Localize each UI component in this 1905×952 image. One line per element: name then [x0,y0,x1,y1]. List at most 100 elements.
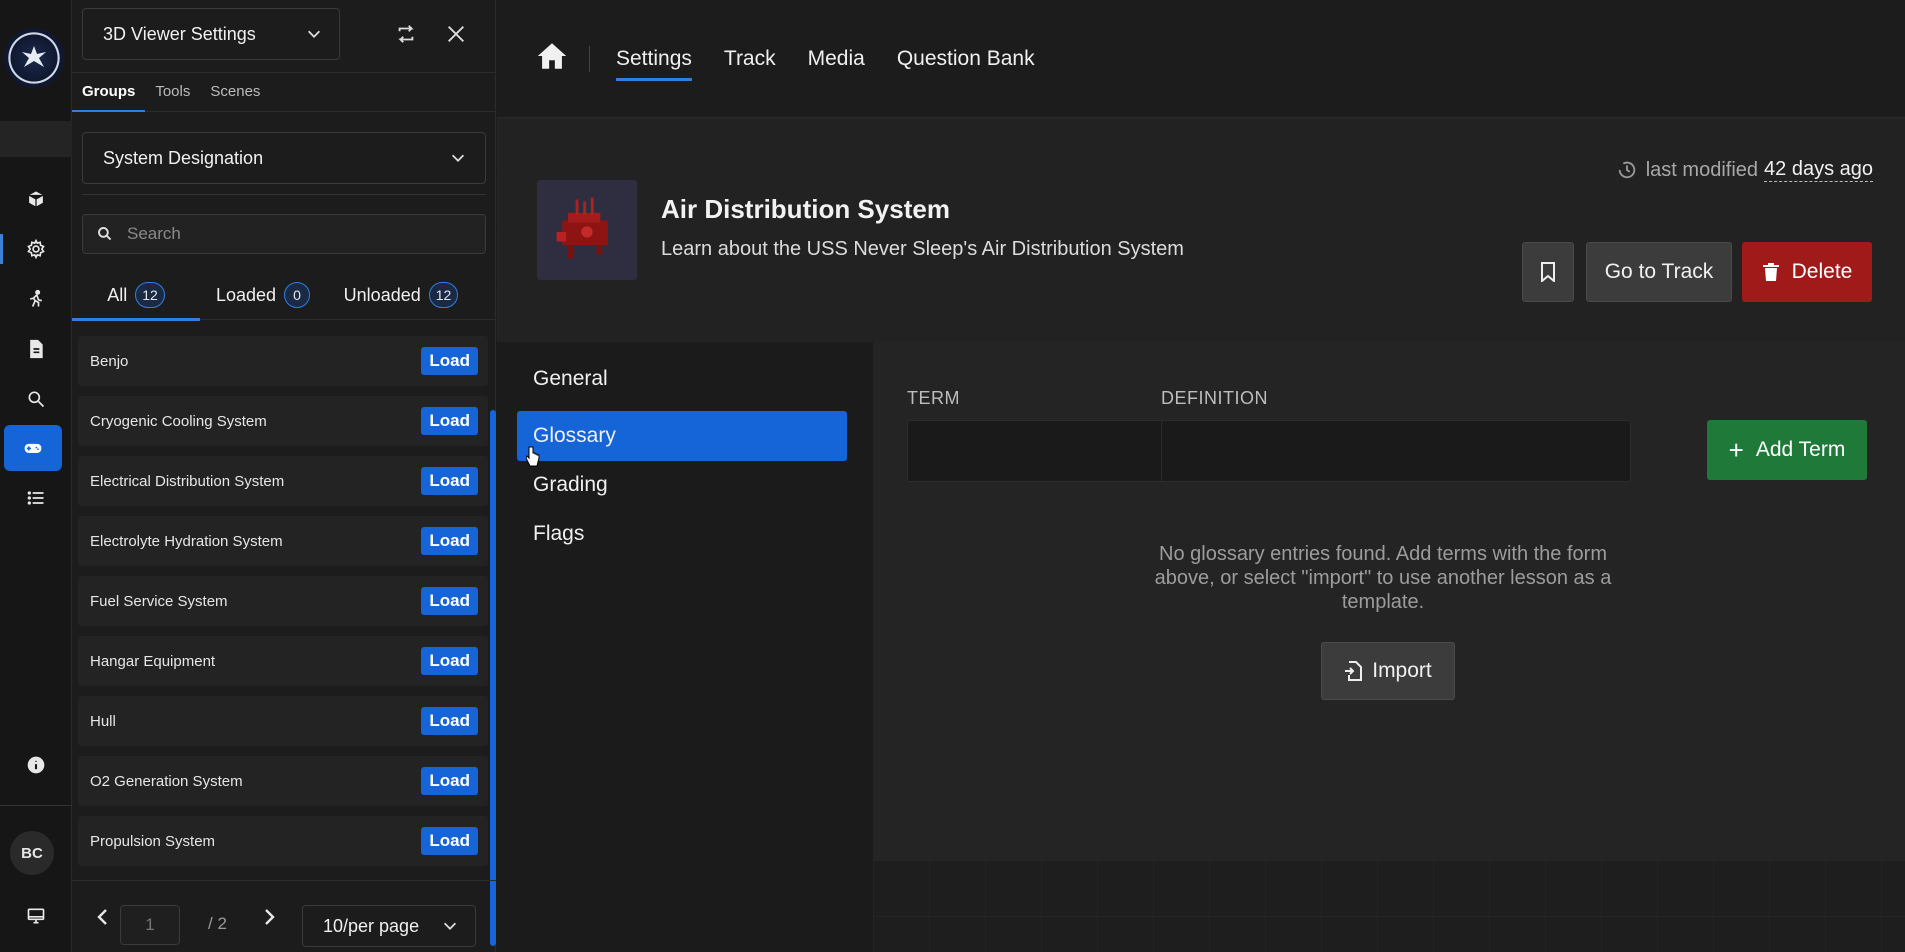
close-button[interactable] [442,20,470,48]
menu-glossary[interactable]: Glossary [517,411,847,461]
add-term-button[interactable]: + Add Term [1707,420,1867,480]
lesson-subtitle: Learn about the USS Never Sleep's Air Di… [661,238,1184,260]
refresh-button[interactable] [392,20,420,48]
delete-button[interactable]: Delete [1742,242,1872,302]
home-button[interactable] [535,39,569,78]
filter-loaded[interactable]: Loaded 0 [200,270,326,320]
page-total: / 2 [208,914,227,933]
term-label: TERM [907,388,960,408]
search-input[interactable] [127,224,467,244]
group-name: Electrolyte Hydration System [90,532,283,550]
import-button[interactable]: Import [1321,642,1455,700]
file-import-icon [1345,661,1363,681]
bookmark-button[interactable] [1522,242,1574,302]
refresh-icon [398,25,414,43]
avatar[interactable]: BC [10,831,54,875]
load-button[interactable]: Load [421,467,478,495]
menu-flags[interactable]: Flags [517,509,847,559]
rail-item-activity[interactable] [0,278,72,320]
plus-icon: + [1728,435,1744,465]
home-icon [537,43,567,69]
panel-divider [82,194,486,195]
term-input[interactable] [907,420,1191,482]
rail-divider [0,805,72,806]
prev-page-button[interactable] [94,905,114,929]
designation-label: System Designation [103,147,264,168]
tab-tools[interactable]: Tools [155,73,200,111]
list-item: Hull Load [78,696,488,746]
rail-item-settings[interactable] [0,228,72,270]
gamepad-icon [24,443,42,453]
load-button[interactable]: Load [421,347,478,375]
tab-scenes[interactable]: Scenes [210,73,270,111]
lesson-header: Air Distribution System Learn about the … [497,118,1905,342]
list-item: Electrical Distribution System Load [78,456,488,506]
tab-groups[interactable]: Groups [71,73,146,112]
menu-general[interactable]: General [517,354,847,404]
definition-input[interactable] [1161,420,1631,482]
load-button[interactable]: Load [421,767,478,795]
filter-unloaded-label: Unloaded [343,284,421,305]
chevron-down-icon [307,30,321,38]
go-to-track-button[interactable]: Go to Track [1586,242,1732,302]
info-icon [27,756,45,774]
rail-item-search[interactable] [0,378,72,420]
group-name: Propulsion System [90,832,216,850]
filter-loaded-label: Loaded [215,284,277,305]
page-number-input[interactable] [120,905,180,945]
rail-item-viewer[interactable] [4,425,62,471]
group-name: Electrical Distribution System [90,472,285,490]
group-name: O2 Generation System [90,772,243,790]
filter-loaded-count: 0 [284,282,311,308]
nav-media[interactable]: Media [808,39,865,79]
nav-track[interactable]: Track [724,39,776,79]
rail-item-info[interactable] [0,744,72,786]
filter-all-count: 12 [135,282,165,308]
filter-unloaded[interactable]: Unloaded 12 [326,270,476,320]
add-term-label: Add Term [1755,438,1846,461]
system-designation-select[interactable]: System Designation [82,132,486,184]
list-item: Electrolyte Hydration System Load [78,516,488,566]
load-button[interactable]: Load [421,647,478,675]
filter-all[interactable]: All 12 [72,270,200,321]
glossary-panel: TERM DEFINITION + Add Term No glossary e… [873,342,1905,860]
list-item: O2 Generation System Load [78,756,488,806]
bookmark-icon [1541,262,1555,282]
history-icon [1618,161,1635,179]
last-modified: last modified 42 days ago [1616,158,1873,182]
per-page-select[interactable]: 10/per page [302,905,476,947]
lesson-title: Air Distribution System [661,194,950,224]
last-modified-value[interactable]: 42 days ago [1764,158,1873,182]
load-filter-tabs: All 12 Loaded 0 Unloaded 12 [72,270,496,321]
nav-question-bank[interactable]: Question Bank [897,39,1035,79]
load-button[interactable]: Load [421,407,478,435]
load-button[interactable]: Load [421,707,478,735]
app-root: BC 3D Viewer Settings Groups Tools Scene… [0,0,1905,952]
rail-item-3d[interactable] [0,178,72,220]
next-page-button[interactable] [260,905,280,929]
lesson-thumbnail [537,180,637,280]
rail-item-documents[interactable] [0,328,72,370]
settings-mode-label: 3D Viewer Settings [103,23,256,44]
menu-grading[interactable]: Grading [517,460,847,510]
load-button[interactable]: Load [421,587,478,615]
viewer-settings-panel: 3D Viewer Settings Groups Tools Scenes S… [71,0,496,952]
load-button[interactable]: Load [421,527,478,555]
nav-settings[interactable]: Settings [616,39,692,81]
organization-logo[interactable] [4,28,64,88]
search-box [82,214,486,254]
delete-label: Delete [1791,260,1853,283]
walking-person-icon [29,289,43,307]
rail-item-list[interactable] [0,477,72,519]
list-item: Cryogenic Cooling System Load [78,396,488,446]
settings-mode-dropdown[interactable]: 3D Viewer Settings [82,8,340,60]
lesson-editor: Settings Track Media Question Bank Air D… [497,0,1905,952]
rail-item-display[interactable] [0,895,72,937]
monitor-icon [27,908,45,924]
group-name: Fuel Service System [90,592,228,610]
top-navigation: Settings Track Media Question Bank [497,0,1905,118]
list-scrollbar[interactable] [490,410,496,946]
chevron-down-icon [451,154,465,162]
load-button[interactable]: Load [421,827,478,855]
trash-icon [1762,263,1779,281]
